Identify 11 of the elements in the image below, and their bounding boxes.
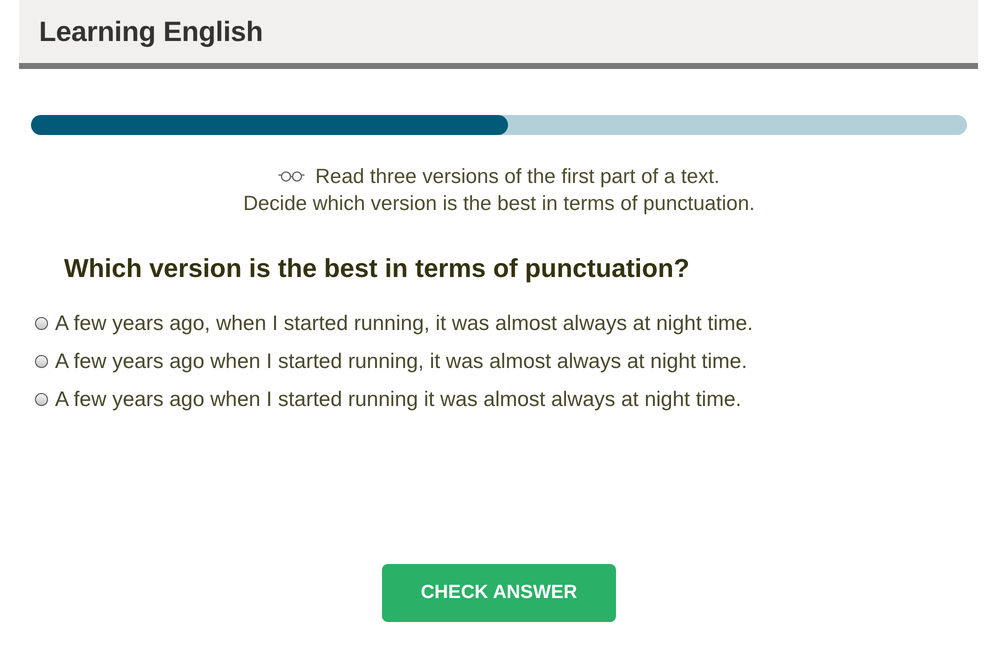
instruction-text: Read three versions of the first part of a text. [315,165,720,188]
page-title: Learning English [39,16,263,48]
radio-button[interactable] [35,355,48,368]
glasses-icon [278,171,306,182]
option-label[interactable]: A few years ago when I started running it was almost always at night time. [55,388,742,411]
radio-button[interactable] [35,393,48,406]
option-label[interactable]: A few years ago when I started running, it was almost always at night time. [55,350,748,373]
radio-button[interactable] [35,317,48,330]
option-label[interactable]: A few years ago, when I started running, it was almost always at night time. [55,312,754,335]
question-text: Which version is the best in terms of punctuation? [64,253,690,284]
instruction-text: Decide which version is the best in terms of punctuation. [243,192,755,215]
